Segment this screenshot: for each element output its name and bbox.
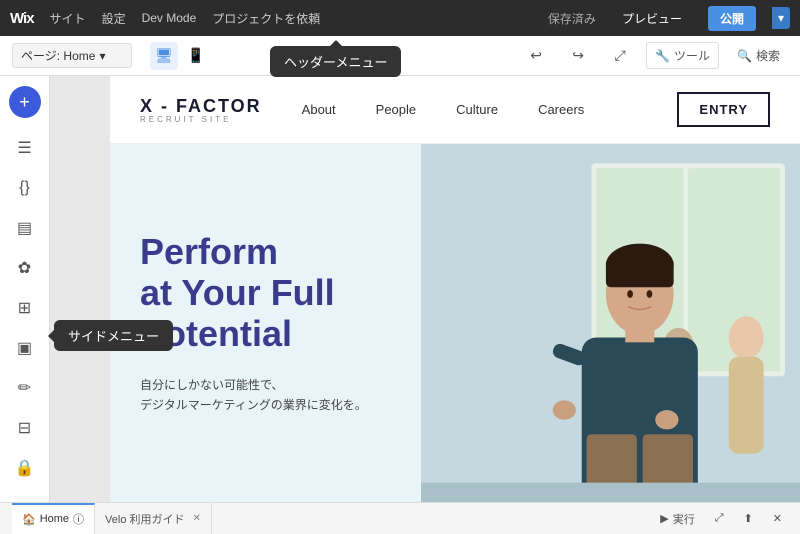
sidebar-item-content[interactable]: ▤ [7, 210, 43, 246]
nav-people[interactable]: People [376, 102, 416, 117]
tools-label: ツール [674, 47, 710, 64]
search-label: 検索 [756, 47, 780, 64]
image-icon: ▣ [17, 338, 32, 358]
logo-main-text: X - FACTOR [140, 96, 262, 117]
velo-tab-close[interactable]: ✕ [193, 513, 201, 524]
home-tab-icon: 🏠 [22, 513, 36, 526]
bottom-bar: 🏠 Home ⓘ Velo 利用ガイド ✕ ▶ 実行 ⤢ ⬆ ✕ [0, 502, 800, 534]
device-icons: 🖥 📱 [150, 42, 210, 70]
sidebar: + ☰ {} ▤ ✿ ⊞ ▣ ✏ ⊟ 🔒 [0, 76, 50, 502]
menu-devmode[interactable]: Dev Mode [142, 11, 197, 25]
run-button[interactable]: ▶ 実行 [654, 509, 700, 529]
redo-button[interactable]: ↪ [562, 40, 594, 72]
add-element-button[interactable]: + [9, 86, 41, 118]
close-panel-button[interactable]: ✕ [767, 510, 788, 527]
home-tab-info-icon[interactable]: ⓘ [73, 511, 84, 527]
site-header: X - FACTOR RECRUIT SITE About People Cul… [110, 76, 800, 144]
desktop-device-icon[interactable]: 🖥 [150, 42, 178, 70]
hero-subtitle-line2: デジタルマーケティングの業界に変化を。 [140, 395, 391, 415]
tools-icon: 🔧 [655, 49, 670, 63]
top-bar: Wix サイト 設定 Dev Mode プロジェクトを依頼 保存済み プレビュー… [0, 0, 800, 36]
sidebar-item-image[interactable]: ▣ [7, 330, 43, 366]
nav-about[interactable]: About [302, 102, 336, 117]
page-selector-label: ページ: Home [21, 47, 95, 64]
tab-home[interactable]: 🏠 Home ⓘ [12, 503, 95, 534]
search-icon: 🔍 [737, 49, 752, 63]
preview-button[interactable]: プレビュー [612, 6, 692, 31]
hero-title: Performat Your FullPotential [140, 231, 391, 355]
save-status: 保存済み [548, 10, 596, 27]
draw-icon: ✏ [18, 378, 31, 398]
nav-careers[interactable]: Careers [538, 102, 584, 117]
hero-title-text: Performat Your FullPotential [140, 231, 335, 355]
hero-image-svg [421, 144, 800, 502]
site-nav: About People Culture Careers [302, 102, 585, 117]
main-layout: + ☰ {} ▤ ✿ ⊞ ▣ ✏ ⊟ 🔒 サイドメニュー [0, 76, 800, 502]
expand-code-button[interactable]: ⤢ [709, 510, 730, 527]
entry-button[interactable]: ENTRY [677, 92, 770, 127]
publish-chevron-button[interactable]: ▾ [772, 7, 790, 29]
page-selector-chevron: ▾ [99, 49, 105, 63]
velo-tab-label: Velo 利用ガイド [105, 511, 184, 527]
wix-logo: Wix [10, 10, 34, 27]
layout-icon: ⊟ [18, 418, 31, 438]
tab-velo[interactable]: Velo 利用ガイド ✕ [95, 503, 212, 534]
hero-subtitle: 自分にしかない可能性で、 デジタルマーケティングの業界に変化を。 [140, 375, 391, 416]
sidebar-item-code[interactable]: {} [7, 170, 43, 206]
undo-button[interactable]: ↩ [520, 40, 552, 72]
nav-culture[interactable]: Culture [456, 102, 498, 117]
menu-site[interactable]: サイト [50, 10, 86, 27]
hero-section: Performat Your FullPotential 自分にしかない可能性で… [110, 144, 800, 502]
tools-button[interactable]: 🔧 ツール [646, 42, 719, 69]
lock-icon: 🔒 [15, 458, 35, 478]
maximize-button[interactable]: ⬆ [738, 510, 759, 527]
run-icon: ▶ [660, 512, 668, 525]
menu-project[interactable]: プロジェクトを依頼 [212, 10, 320, 27]
home-tab-label: Home [40, 513, 69, 525]
sidebar-item-layout[interactable]: ⊟ [7, 410, 43, 446]
publish-button[interactable]: 公開 [708, 6, 756, 31]
sidebar-item-draw[interactable]: ✏ [7, 370, 43, 406]
apps-icon: ⊞ [18, 298, 31, 318]
hero-right [421, 144, 800, 502]
content-icon: ▤ [17, 218, 32, 238]
close-panel-icon: ✕ [773, 512, 782, 525]
maximize-icon: ⬆ [744, 512, 753, 525]
site-logo: X - FACTOR RECRUIT SITE [140, 96, 262, 124]
menu-settings[interactable]: 設定 [102, 10, 126, 27]
stretch-button[interactable]: ⤢ [604, 40, 636, 72]
hero-left: Performat Your FullPotential 自分にしかない可能性で… [110, 144, 421, 502]
website-preview: X - FACTOR RECRUIT SITE About People Cul… [110, 76, 800, 502]
page-selector[interactable]: ページ: Home ▾ [12, 43, 132, 68]
search-button[interactable]: 🔍 検索 [729, 43, 788, 68]
sidebar-item-pages[interactable]: ☰ [7, 130, 43, 166]
sidebar-item-apps[interactable]: ⊞ [7, 290, 43, 326]
run-label: 実行 [673, 511, 695, 527]
pages-icon: ☰ [17, 138, 31, 158]
expand-icon: ⤢ [715, 512, 724, 525]
bottom-actions: ▶ 実行 ⤢ ⬆ ✕ [654, 509, 788, 529]
plus-icon: + [19, 92, 30, 113]
hero-subtitle-line1: 自分にしかない可能性で、 [140, 375, 391, 395]
logo-sub-text: RECRUIT SITE [140, 115, 262, 124]
sidebar-item-media[interactable]: ✿ [7, 250, 43, 286]
code-icon: {} [19, 179, 30, 197]
media-icon: ✿ [18, 258, 31, 278]
canvas-area: X - FACTOR RECRUIT SITE About People Cul… [50, 76, 800, 502]
second-bar: ページ: Home ▾ 🖥 📱 ↩ ↪ ⤢ 🔧 ツール 🔍 検索 [0, 36, 800, 76]
mobile-device-icon[interactable]: 📱 [182, 42, 210, 70]
sidebar-item-lock[interactable]: 🔒 [7, 450, 43, 486]
